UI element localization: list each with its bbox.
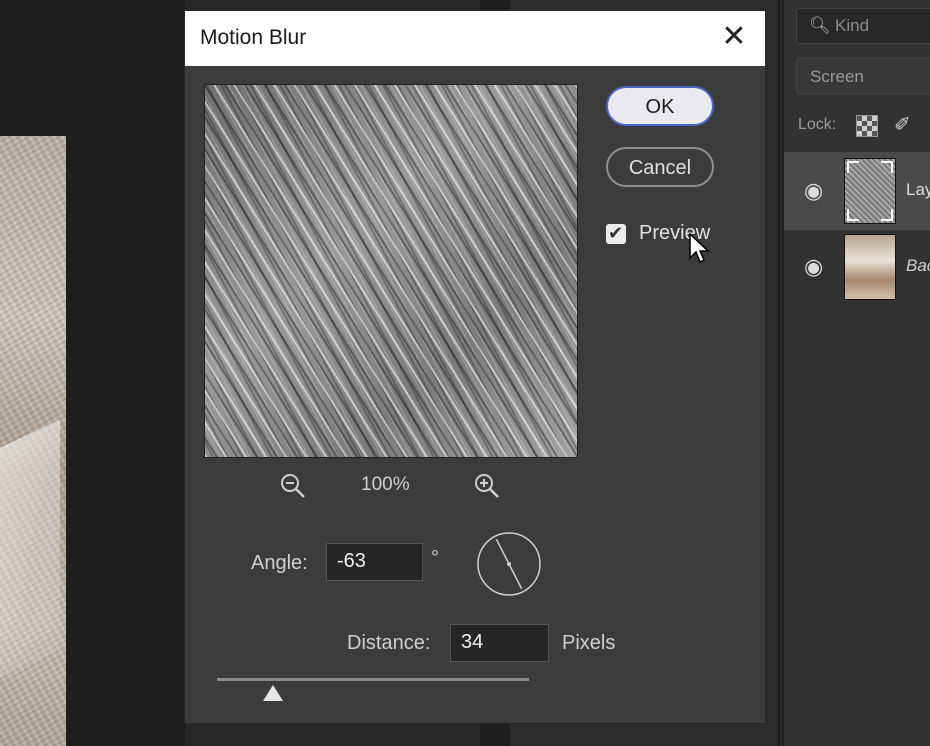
layer-thumbnail-photo [844,234,896,300]
eye-icon[interactable]: ◉ [804,178,823,204]
preview-checkbox[interactable]: ✔ [606,223,626,244]
filter-preview-image[interactable] [204,84,578,458]
lock-image-pixels-brush-icon[interactable]: ✐ [894,112,911,137]
layers-panel: 🔍︎ Kind Screen Lock: ✐ ◉ Lay ◉ Bac [782,0,930,746]
zoom-out-icon[interactable] [279,472,307,500]
close-icon[interactable]: ✕ [717,20,751,54]
cancel-button[interactable]: Cancel [606,147,714,187]
layer-row-selected[interactable]: ◉ Lay [784,152,930,230]
eye-icon[interactable]: ◉ [804,254,823,280]
angle-dial[interactable] [476,531,542,597]
layer-row-background[interactable]: ◉ Bac [784,228,930,306]
zoom-in-icon[interactable] [473,472,501,500]
lock-transparent-pixels-icon[interactable] [856,115,878,137]
search-icon: 🔍︎ [809,16,831,35]
blend-mode-select[interactable]: Screen [796,58,930,94]
angle-label: Angle: [251,552,308,574]
distance-slider-track[interactable] [217,678,529,681]
distance-unit-label: Pixels [562,632,616,654]
layer-filter-field[interactable]: 🔍︎ Kind [796,8,930,44]
dialog-titlebar[interactable]: Motion Blur ✕ [185,11,765,66]
layer-filter-placeholder: Kind [835,16,870,35]
angle-input[interactable]: -63 [326,543,423,581]
dialog-title: Motion Blur [200,26,307,49]
motion-blur-dialog: Motion Blur ✕ OK Cancel ✔ Preview 100% A… [184,10,766,724]
checkmark-icon: ✔ [608,223,624,243]
ok-button[interactable]: OK [606,86,714,126]
mouse-cursor-icon [689,233,710,264]
distance-label: Distance: [347,632,431,654]
zoom-level: 100% [361,474,410,495]
layer-name: Bac [906,256,930,275]
degree-symbol: ° [431,547,439,569]
canvas-image [0,136,66,746]
distance-input[interactable]: 34 [450,624,549,662]
distance-slider-thumb[interactable] [263,685,284,701]
layer-thumbnail-noise [844,158,896,224]
blend-mode-value: Screen [810,67,864,86]
layer-name: Lay [906,180,930,199]
lock-label: Lock: [798,116,837,133]
document-canvas-area [0,0,185,746]
